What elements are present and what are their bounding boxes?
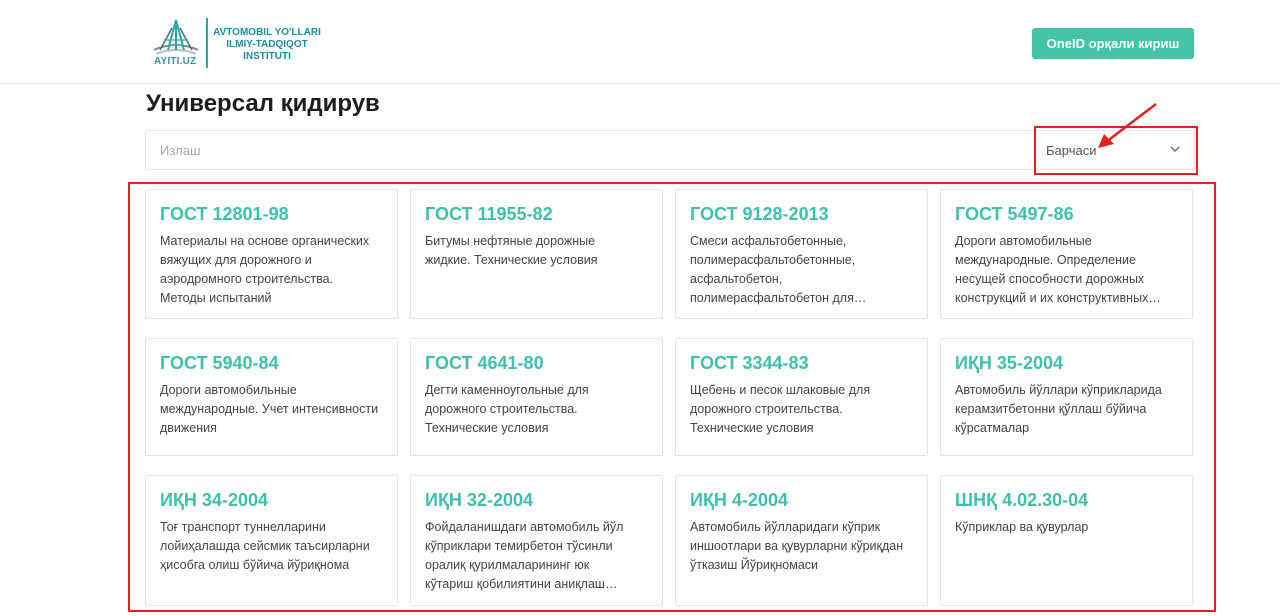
card-description-line: несущей способности дорожных xyxy=(955,272,1145,286)
card-description-line: кўприклари темирбетон тўсинли xyxy=(425,539,613,553)
card-description-line: конструкций и их конструктивных… xyxy=(955,291,1161,305)
card-title[interactable]: ГОСТ 9128-2013 xyxy=(690,204,829,225)
document-card[interactable]: ИҚН 4-2004 Автомобиль йўлларидаги кўприк… xyxy=(675,475,928,606)
logo-line: ILMIY-TADQIQOT xyxy=(226,39,308,50)
card-title[interactable]: ГОСТ 4641-80 xyxy=(425,353,544,374)
card-description: Материалы на основе органических вяжущих… xyxy=(160,232,384,308)
card-description-line: Методы испытаний xyxy=(160,291,272,305)
document-card[interactable]: ИҚН 32-2004 Фойдаланишдаги автомобиль йў… xyxy=(410,475,663,606)
card-description-line: ўтказиш Йўриқномаси xyxy=(690,558,819,572)
document-card[interactable]: ШНҚ 4.02.30-04 Кўприклар ва қувурлар xyxy=(940,475,1193,606)
oneid-login-button[interactable]: OneID орқали кириш xyxy=(1032,28,1194,59)
document-card[interactable]: ГОСТ 3344-83 Щебень и песок шлаковые для… xyxy=(675,338,928,456)
document-card[interactable]: ГОСТ 5497-86 Дороги автомобильные междун… xyxy=(940,189,1193,319)
search-input[interactable] xyxy=(146,131,1032,169)
card-description-line: Дороги автомобильные xyxy=(160,383,297,397)
card-description-line: Технические условия xyxy=(690,421,814,435)
card-description: Автомобиль йўллари кўприкларида керамзит… xyxy=(955,381,1179,438)
card-description-line: иншоотлари ва қувурларни кўриқдан xyxy=(690,539,904,553)
card-description: Кўприклар ва қувурлар xyxy=(955,518,1179,537)
card-description-line: полимерасфальтобетон для… xyxy=(690,291,867,305)
document-card[interactable]: ИҚН 34-2004 Тоғ транспорт туннелларини л… xyxy=(145,475,398,606)
card-description-line: аэродромного строительства. xyxy=(160,272,334,286)
card-description: Тоғ транспорт туннелларини лойиҳалашда с… xyxy=(160,518,384,575)
card-title[interactable]: ГОСТ 11955-82 xyxy=(425,204,553,225)
logo-line: AVTOMOBIL YO'LLARI xyxy=(213,27,321,38)
card-description-line: Щебень и песок шлаковые для xyxy=(690,383,871,397)
institute-logo[interactable]: AYITI.UZ AVTOMOBIL YO'LLARI ILMIY-TADQIQ… xyxy=(150,16,350,72)
logo-institute-name: AVTOMOBIL YO'LLARI ILMIY-TADQIQOT INSTIT… xyxy=(212,27,322,63)
card-description-line: кўрсатмалар xyxy=(955,421,1030,435)
card-description-line: Дороги автомобильные xyxy=(955,234,1092,248)
card-description-line: оралиқ қурилмаларининг юк xyxy=(425,558,590,572)
page-title: Универсал қидирув xyxy=(146,90,380,117)
document-card[interactable]: ГОСТ 11955-82 Битумы нефтяные дорожные ж… xyxy=(410,189,663,319)
card-description: Фойдаланишдаги автомобиль йўл кўприклари… xyxy=(425,518,649,594)
document-card[interactable]: ГОСТ 5940-84 Дороги автомобильные междун… xyxy=(145,338,398,456)
card-description-line: кўтариш қобилиятини аниқлаш… xyxy=(425,577,618,591)
card-description-line: дорожного строительства. xyxy=(425,402,578,416)
card-description-line: асфальтобетон, xyxy=(690,272,783,286)
card-title[interactable]: ИҚН 4-2004 xyxy=(690,490,788,511)
document-card[interactable]: ГОСТ 9128-2013 Смеси асфальтобетонные, п… xyxy=(675,189,928,319)
card-description-line: Кўприклар ва қувурлар xyxy=(955,520,1089,534)
card-description-line: международные. Определение xyxy=(955,253,1136,267)
card-description-line: полимерасфальтобетонные, xyxy=(690,253,856,267)
card-title[interactable]: ГОСТ 5497-86 xyxy=(955,204,1074,225)
document-card[interactable]: ГОСТ 12801-98 Материалы на основе органи… xyxy=(145,189,398,319)
card-description: Автомобиль йўлларидаги кўприк иншоотлари… xyxy=(690,518,914,575)
document-card[interactable]: ИҚН 35-2004 Автомобиль йўллари кўприклар… xyxy=(940,338,1193,456)
card-description-line: керамзитбетонни қўллаш бўйича xyxy=(955,402,1147,416)
card-description: Щебень и песок шлаковые для дорожного ст… xyxy=(690,381,914,438)
card-description: Битумы нефтяные дорожные жидкие. Техниче… xyxy=(425,232,649,270)
card-description-line: Тоғ транспорт туннелларини xyxy=(160,520,326,534)
card-description: Дороги автомобильные международные. Учет… xyxy=(160,381,384,438)
card-title[interactable]: ГОСТ 5940-84 xyxy=(160,353,279,374)
card-title[interactable]: ШНҚ 4.02.30-04 xyxy=(955,490,1088,511)
card-description-line: Автомобиль йўллари кўприкларида xyxy=(955,383,1162,397)
card-description-line: Битумы нефтяные дорожные xyxy=(425,234,596,248)
card-description-line: дорожного строительства. xyxy=(690,402,843,416)
card-description-line: Технические условия xyxy=(425,421,549,435)
card-title[interactable]: ИҚН 32-2004 xyxy=(425,490,533,511)
card-description: Дороги автомобильные международные. Опре… xyxy=(955,232,1179,308)
card-description-line: ҳисобга олиш бўйича йўриқнома xyxy=(160,558,350,572)
card-title[interactable]: ИҚН 35-2004 xyxy=(955,353,1063,374)
card-description-line: вяжущих для дорожного и xyxy=(160,253,312,267)
site-header: AYITI.UZ AVTOMOBIL YO'LLARI ILMIY-TADQIQ… xyxy=(0,0,1280,84)
card-description: Смеси асфальтобетонные, полимерасфальтоб… xyxy=(690,232,914,308)
logo-divider xyxy=(206,18,208,68)
card-description-line: Материалы на основе органических xyxy=(160,234,370,248)
card-description-line: движения xyxy=(160,421,217,435)
card-description-line: Фойдаланишдаги автомобиль йўл xyxy=(425,520,624,534)
document-card[interactable]: ГОСТ 4641-80 Дегти каменноугольные для д… xyxy=(410,338,663,456)
card-title[interactable]: ИҚН 34-2004 xyxy=(160,490,268,511)
card-title[interactable]: ГОСТ 3344-83 xyxy=(690,353,809,374)
card-description-line: Автомобиль йўлларидаги кўприк xyxy=(690,520,881,534)
card-description-line: жидкие. Технические условия xyxy=(425,253,598,267)
card-description-line: Дегти каменноугольные для xyxy=(425,383,589,397)
card-title[interactable]: ГОСТ 12801-98 xyxy=(160,204,289,225)
red-arrow-icon xyxy=(1098,103,1157,148)
logo-domain-text: AYITI.UZ xyxy=(154,56,197,67)
logo-line: INSTITUTI xyxy=(243,51,291,62)
card-description-line: международные. Учет интенсивности xyxy=(160,402,379,416)
card-description: Дегти каменноугольные для дорожного стро… xyxy=(425,381,649,438)
card-description-line: лойиҳалашда сейсмик таъсирларни xyxy=(160,539,370,553)
card-description-line: Смеси асфальтобетонные, xyxy=(690,234,847,248)
